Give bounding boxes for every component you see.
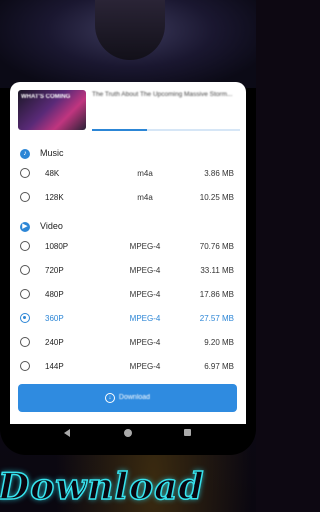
quality-label: 1080P: [45, 242, 69, 251]
thumbnail-text: WHAT'S COMING: [21, 94, 71, 100]
radio-button[interactable]: [20, 192, 30, 202]
format-label: MPEG-4: [129, 362, 161, 371]
format-row-144p[interactable]: 144P MPEG-4 6.97 MB: [10, 355, 246, 379]
music-note-icon: ♪: [20, 149, 30, 159]
size-label: 10.25 MB: [199, 193, 234, 202]
radio-button[interactable]: [20, 289, 30, 299]
format-label: m4a: [137, 169, 153, 178]
format-row-240p[interactable]: 240P MPEG-4 9.20 MB: [10, 331, 246, 355]
size-label: 9.20 MB: [204, 338, 234, 347]
back-icon[interactable]: [64, 429, 70, 437]
radio-button[interactable]: [20, 265, 30, 275]
size-label: 27.57 MB: [199, 314, 234, 323]
quality-label: 240P: [45, 338, 64, 347]
quality-label: 360P: [45, 314, 64, 323]
section-label: Music: [40, 148, 64, 158]
size-label: 17.86 MB: [199, 290, 234, 299]
android-nav-bar: [0, 424, 256, 444]
radio-button-selected[interactable]: [20, 313, 30, 323]
size-label: 70.76 MB: [199, 242, 234, 251]
format-label: m4a: [137, 193, 153, 202]
format-label: MPEG-4: [129, 266, 161, 275]
quality-label: 480P: [45, 290, 64, 299]
phone-screen: WHAT'S COMING The Truth About The Upcomi…: [0, 0, 256, 455]
quality-label: 128K: [45, 193, 64, 202]
promo-text: Download: [0, 465, 205, 509]
format-row-480p[interactable]: 480P MPEG-4 17.86 MB: [10, 283, 246, 307]
video-thumbnail: WHAT'S COMING: [18, 90, 86, 130]
video-frame-person: [95, 0, 165, 60]
section-label: Video: [40, 221, 63, 231]
video-title: The Truth About The Upcoming Massive Sto…: [92, 91, 233, 98]
format-row-360p[interactable]: 360P MPEG-4 27.57 MB: [10, 307, 246, 331]
radio-button[interactable]: [20, 168, 30, 178]
format-row-128k[interactable]: 128K m4a 10.25 MB: [10, 186, 246, 210]
download-sheet: WHAT'S COMING The Truth About The Upcomi…: [10, 82, 246, 424]
radio-button[interactable]: [20, 241, 30, 251]
home-icon[interactable]: [124, 429, 132, 437]
format-label: MPEG-4: [129, 242, 161, 251]
download-button[interactable]: ↓ Download: [18, 384, 237, 412]
radio-button[interactable]: [20, 337, 30, 347]
section-video: ▶ Video: [10, 217, 246, 237]
download-arrow-icon: ↓: [104, 393, 115, 403]
size-label: 6.97 MB: [204, 362, 234, 371]
format-label: MPEG-4: [129, 290, 161, 299]
section-music: ♪ Music: [10, 144, 246, 164]
play-icon: ▶: [20, 222, 30, 232]
video-player[interactable]: [0, 0, 256, 88]
video-info: WHAT'S COMING The Truth About The Upcomi…: [10, 82, 246, 134]
download-label: Download: [118, 394, 151, 401]
recent-apps-icon[interactable]: [184, 429, 191, 436]
size-label: 3.86 MB: [204, 169, 234, 178]
format-row-48k[interactable]: 48K m4a 3.86 MB: [10, 162, 246, 186]
progress-bar: [92, 129, 240, 131]
format-row-1080p[interactable]: 1080P MPEG-4 70.76 MB: [10, 235, 246, 259]
progress-fill: [92, 129, 147, 131]
radio-button[interactable]: [20, 361, 30, 371]
format-row-720p[interactable]: 720P MPEG-4 33.11 MB: [10, 259, 246, 283]
size-label: 33.11 MB: [200, 266, 234, 275]
quality-label: 144P: [45, 362, 64, 371]
quality-label: 48K: [45, 169, 60, 178]
format-label: MPEG-4: [129, 338, 161, 347]
quality-label: 720P: [45, 266, 64, 275]
format-label: MPEG-4: [129, 314, 161, 323]
